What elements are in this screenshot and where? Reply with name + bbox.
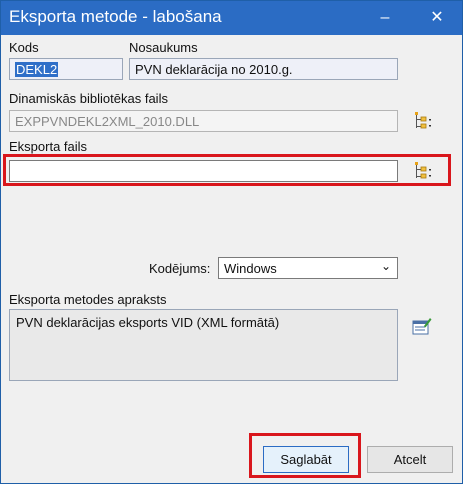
code-value: DEKL2 xyxy=(15,62,59,77)
title-bar[interactable]: Eksporta metode - labošana – ✕ xyxy=(1,1,462,35)
window-title: Eksporta metode - labošana xyxy=(9,7,222,26)
minimize-button[interactable]: – xyxy=(365,1,405,35)
chevron-down-icon: ⌄ xyxy=(380,259,391,273)
cancel-button[interactable]: Atcelt xyxy=(367,446,453,473)
name-input[interactable]: PVN deklarācija no 2010.g. xyxy=(129,58,398,80)
encoding-value: Windows xyxy=(224,261,277,276)
dll-file-label: Dinamiskās bibliotēkas fails xyxy=(9,91,168,106)
encoding-select[interactable]: Windows ⌄ xyxy=(218,257,398,279)
edit-notes-icon[interactable] xyxy=(412,317,432,335)
description-label: Eksporta metodes apraksts xyxy=(9,292,167,307)
dll-file-input[interactable]: EXPPVNDEKL2XML_2010.DLL xyxy=(9,110,398,132)
encoding-label: Kodējums: xyxy=(149,261,211,276)
export-method-dialog: Eksporta metode - labošana – ✕ Kods Nosa… xyxy=(0,0,463,484)
export-file-input[interactable] xyxy=(9,160,398,182)
code-label: Kods xyxy=(9,40,39,55)
browse-folder-icon[interactable] xyxy=(413,161,435,181)
save-button[interactable]: Saglabāt xyxy=(263,446,349,473)
name-label: Nosaukums xyxy=(129,40,198,55)
browse-folder-icon[interactable] xyxy=(413,111,435,131)
close-button[interactable]: ✕ xyxy=(417,1,457,35)
code-input[interactable]: DEKL2 xyxy=(9,58,123,80)
description-textarea[interactable]: PVN deklarācijas eksports VID (XML formā… xyxy=(9,309,398,381)
export-file-label: Eksporta fails xyxy=(9,139,88,154)
